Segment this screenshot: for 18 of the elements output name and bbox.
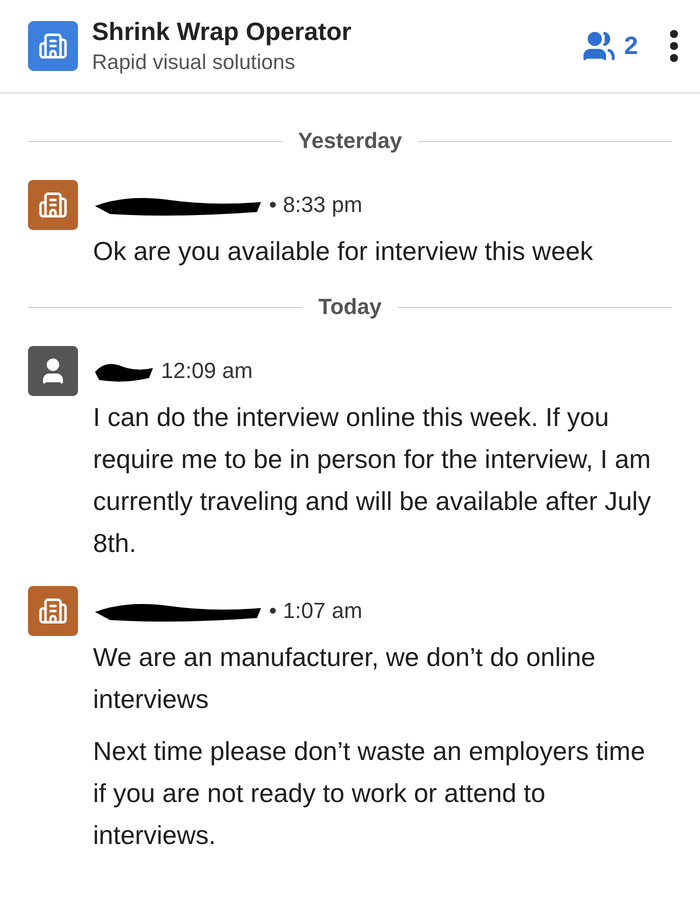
building-icon [38,596,68,626]
message-time: • 8:33 pm [269,192,362,218]
message-text: I can do the interview online this week. If you require me to be in person for the interview, I am currently traveling and will be available after July 8th. [93,401,652,560]
date-divider-label: Yesterday [298,128,402,154]
building-icon [38,31,68,61]
date-divider-label: Today [318,294,382,320]
message-text: Ok are you available for interview this week [93,235,594,268]
chat-subtitle: Rapid visual solutions [92,50,296,74]
message-text: Next time please don’t waste an employers time if you are not ready to work or attend to interviews. [93,735,646,852]
users-icon [582,29,616,63]
members-button[interactable]: 2 [582,29,638,63]
message-time: 12:09 am [161,358,253,384]
chat-title: Shrink Wrap Operator [92,18,352,46]
message-time: • 1:07 am [269,598,362,624]
more-icon [670,30,678,62]
menu-button[interactable] [670,30,678,62]
building-icon [38,190,68,220]
message-text: We are an manufacturer, we don’t do online interviews [93,641,596,716]
